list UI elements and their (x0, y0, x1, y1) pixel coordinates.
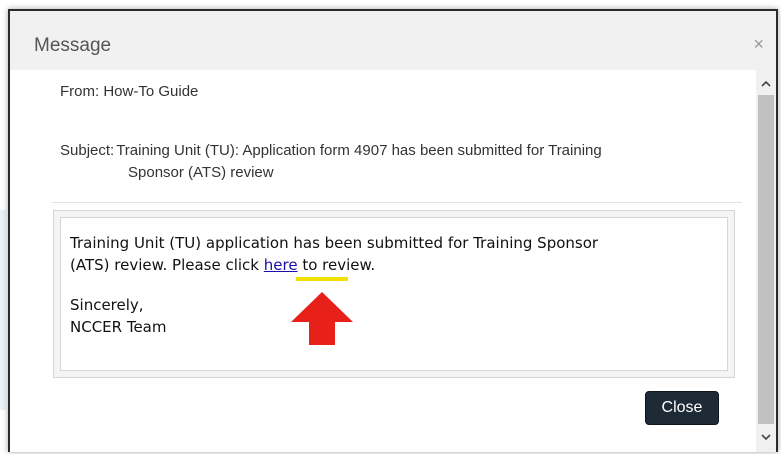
body-line-2-after: to review. (297, 256, 376, 274)
link-highlight (296, 277, 348, 281)
dialog-title: Message (34, 35, 112, 56)
from-value: How-To Guide (103, 83, 199, 100)
close-button[interactable]: Close (645, 391, 719, 425)
signoff: Sincerely, (70, 296, 144, 314)
scrollbar-thumb[interactable] (758, 95, 774, 424)
message-dialog: Message × From: How-To Guide Subject: Tr… (8, 9, 778, 452)
subject-text-line1: Training Unit (TU): Application form 490… (116, 142, 602, 159)
body-line-2: (ATS) review. Please click here to revie… (70, 254, 717, 276)
subject-value: Training Unit (TU): Application form 490… (116, 140, 740, 162)
from-label: From: (60, 83, 100, 100)
close-icon[interactable]: × (753, 35, 764, 53)
review-link[interactable]: here (264, 256, 298, 274)
subject-line-continued: Sponsor (ATS) review (60, 162, 740, 184)
message-body: Training Unit (TU) application has been … (60, 217, 728, 371)
signature: NCCER Team (70, 318, 167, 336)
body-line-1: Training Unit (TU) application has been … (70, 234, 599, 252)
subject-label: Subject: (60, 142, 115, 159)
message-body-frame: Training Unit (TU) application has been … (53, 210, 735, 378)
subject-text-line2: Sponsor (ATS) review (128, 164, 274, 181)
page-background-accent (0, 210, 6, 410)
dialog-titlebar: Message × (10, 11, 776, 70)
vertical-scrollbar[interactable] (756, 70, 776, 452)
chevron-down-icon[interactable] (756, 428, 776, 446)
red-arrow-up-icon (291, 292, 353, 345)
from-line: From: How-To Guide (60, 83, 198, 100)
subject-line: Subject: Training Unit (TU): Application… (60, 140, 740, 162)
body-line-2-before: (ATS) review. Please click (70, 256, 264, 274)
page-background (0, 0, 7, 454)
chevron-up-icon[interactable] (756, 74, 776, 92)
divider (52, 202, 742, 203)
